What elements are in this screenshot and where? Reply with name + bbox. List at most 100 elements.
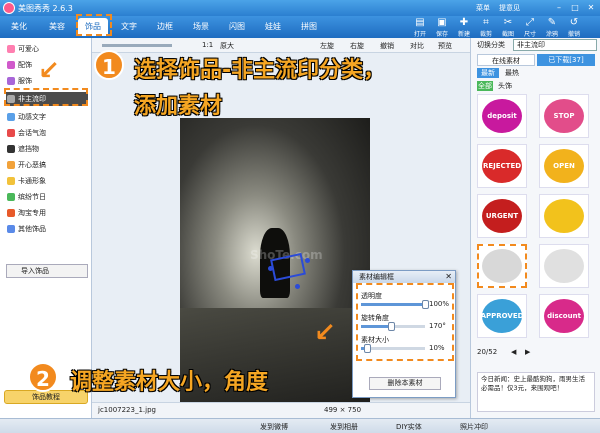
category-item[interactable]: 开心恶搞 bbox=[6, 158, 88, 172]
tab-flash[interactable]: 闪图 bbox=[222, 18, 252, 36]
filter-headwear[interactable]: 头饰 bbox=[495, 81, 515, 91]
resize-button[interactable]: ⤢ 尺寸 bbox=[520, 17, 540, 38]
dialog-highlight-box bbox=[356, 283, 454, 361]
step-one-text: 选择饰品-非主流印分类， bbox=[134, 58, 386, 83]
resize-icon: ⤢ bbox=[526, 17, 534, 28]
category-item[interactable]: 缤纷节日 bbox=[6, 190, 88, 204]
material-panel: 切换分类 非主流印 在线素材 已下载[37] 最新 最热 全部 头饰 depos… bbox=[470, 38, 600, 418]
step-two-text: 调整素材大小，角度 bbox=[70, 370, 269, 395]
share-weibo-button[interactable]: 发到微博 bbox=[260, 422, 288, 432]
brush-icon: ✎ bbox=[547, 17, 557, 28]
new-button[interactable]: ✚ 新建 bbox=[454, 17, 474, 38]
prev-page-icon[interactable]: ◀ bbox=[511, 348, 516, 356]
canvas-toolbar: 1:1 原大 左旋 右旋 撤销 对比 预览 bbox=[92, 38, 470, 53]
zoom-slider[interactable] bbox=[102, 44, 172, 47]
feedback-button[interactable]: 提意见 bbox=[499, 3, 520, 13]
accessory-icon bbox=[7, 61, 15, 69]
category-select[interactable]: 非主流印 bbox=[513, 39, 597, 51]
tab-frame[interactable]: 边框 bbox=[150, 18, 180, 36]
file-name: jc1007223_1.jpg bbox=[98, 406, 156, 414]
maximize-icon[interactable]: □ bbox=[568, 2, 582, 13]
rotate-left-button[interactable]: 左旋 bbox=[320, 41, 334, 51]
filter-all[interactable]: 全部 bbox=[477, 81, 493, 91]
page-indicator: 20/52 bbox=[477, 348, 498, 356]
category-item[interactable]: 其他饰品 bbox=[6, 222, 88, 236]
status-bar: jc1007223_1.jpg 499 × 750 bbox=[92, 402, 470, 418]
new-icon: ✚ bbox=[459, 17, 469, 28]
undo-tool-button[interactable]: ↺ 撤销 bbox=[564, 17, 584, 38]
material-thumb[interactable]: APPROVED bbox=[477, 294, 527, 338]
open-button[interactable]: ▤ 打开 bbox=[410, 17, 430, 38]
other-icon bbox=[7, 225, 15, 233]
minimize-icon[interactable]: – bbox=[552, 2, 566, 13]
category-item[interactable]: 可爱心 bbox=[6, 42, 88, 56]
category-item[interactable]: 动感文字 bbox=[6, 110, 88, 124]
bottom-bar: 发到微博 发到相册 DIY实体 照片冲印 bbox=[0, 418, 600, 433]
tab-collage[interactable]: 拼图 bbox=[294, 18, 324, 36]
photo-print-button[interactable]: 照片冲印 bbox=[460, 422, 488, 432]
material-thumb-selected[interactable] bbox=[477, 244, 527, 288]
pointer-arrow-icon: ↙ bbox=[38, 56, 60, 86]
category-item[interactable]: 遮挡物 bbox=[6, 142, 88, 156]
undo-button[interactable]: 撤销 bbox=[380, 41, 394, 51]
next-page-icon[interactable]: ▶ bbox=[525, 348, 530, 356]
material-thumb[interactable]: URGENT bbox=[477, 194, 527, 238]
bubble-icon bbox=[7, 129, 15, 137]
category-highlight-box bbox=[4, 88, 88, 106]
compare-button[interactable]: 对比 bbox=[410, 41, 424, 51]
share-album-button[interactable]: 发到相册 bbox=[330, 422, 358, 432]
save-button[interactable]: ▣ 保存 bbox=[432, 17, 452, 38]
category-item[interactable]: 卡通形象 bbox=[6, 174, 88, 188]
import-accessory-button[interactable]: 导入饰品 bbox=[6, 264, 88, 278]
original-size-button[interactable]: 原大 bbox=[220, 41, 234, 51]
tab-doll[interactable]: 娃娃 bbox=[258, 18, 288, 36]
mask-icon bbox=[7, 145, 15, 153]
material-thumb[interactable]: STOP bbox=[539, 94, 589, 138]
rotate-handle[interactable] bbox=[295, 284, 300, 289]
step-two-badge: 2 bbox=[28, 362, 58, 392]
material-thumb[interactable] bbox=[539, 194, 589, 238]
undo-icon: ↺ bbox=[569, 17, 579, 28]
image-dimensions: 499 × 750 bbox=[324, 406, 362, 414]
material-thumb[interactable] bbox=[539, 244, 589, 288]
doodle-button[interactable]: ✎ 涂鸦 bbox=[542, 17, 562, 38]
app-title: 美图秀秀 2.6.3 bbox=[18, 4, 73, 13]
scissors-icon: ✂ bbox=[503, 17, 513, 28]
delete-material-button[interactable]: 删除本素材 bbox=[369, 377, 441, 390]
material-thumb[interactable]: discount bbox=[539, 294, 589, 338]
step-one-badge: 1 bbox=[94, 50, 124, 80]
category-item[interactable]: 会话气泡 bbox=[6, 126, 88, 140]
crop-icon: ⌗ bbox=[483, 17, 489, 28]
tab-text[interactable]: 文字 bbox=[114, 18, 144, 36]
material-thumb[interactable]: deposit bbox=[477, 94, 527, 138]
category-item[interactable]: 淘宝专用 bbox=[6, 206, 88, 220]
material-thumb[interactable]: OPEN bbox=[539, 144, 589, 188]
taobao-icon bbox=[7, 209, 15, 217]
zoom-value: 1:1 bbox=[202, 41, 214, 49]
dialog-title: 素材编辑框 bbox=[353, 271, 455, 283]
cartoon-icon bbox=[7, 177, 15, 185]
screenshot-button[interactable]: ✂ 截图 bbox=[498, 17, 518, 38]
tab-downloaded[interactable]: 已下载[37] bbox=[537, 54, 595, 66]
tab-scene[interactable]: 场景 bbox=[186, 18, 216, 36]
crop-button[interactable]: ⌗ 裁剪 bbox=[476, 17, 496, 38]
diy-button[interactable]: DIY实体 bbox=[396, 422, 422, 432]
close-icon[interactable]: ✕ bbox=[584, 2, 598, 13]
text-icon bbox=[7, 113, 15, 121]
preview-button[interactable]: 预览 bbox=[438, 41, 452, 51]
tab-latest[interactable]: 最新 bbox=[477, 68, 499, 78]
dialog-close-icon[interactable]: ✕ bbox=[445, 272, 452, 281]
resize-handle[interactable] bbox=[268, 266, 273, 271]
step-one-text-line2: 添加素材 bbox=[134, 94, 223, 119]
festival-icon bbox=[7, 193, 15, 201]
material-thumb[interactable]: REJECTED bbox=[477, 144, 527, 188]
rotate-right-button[interactable]: 右旋 bbox=[350, 41, 364, 51]
app-logo-icon bbox=[3, 2, 15, 14]
tab-beautify[interactable]: 美化 bbox=[4, 18, 34, 36]
menu-button[interactable]: 菜单 bbox=[476, 3, 490, 13]
resize-handle[interactable] bbox=[305, 258, 310, 263]
tab-online-materials[interactable]: 在线素材 bbox=[477, 54, 535, 66]
news-box[interactable]: 今日新闻：史上最酷狗狗，雨男生活必需品！仅3元，来围观吧！ bbox=[477, 372, 595, 412]
tab-face[interactable]: 美容 bbox=[42, 18, 72, 36]
tab-hottest[interactable]: 最热 bbox=[501, 68, 523, 78]
